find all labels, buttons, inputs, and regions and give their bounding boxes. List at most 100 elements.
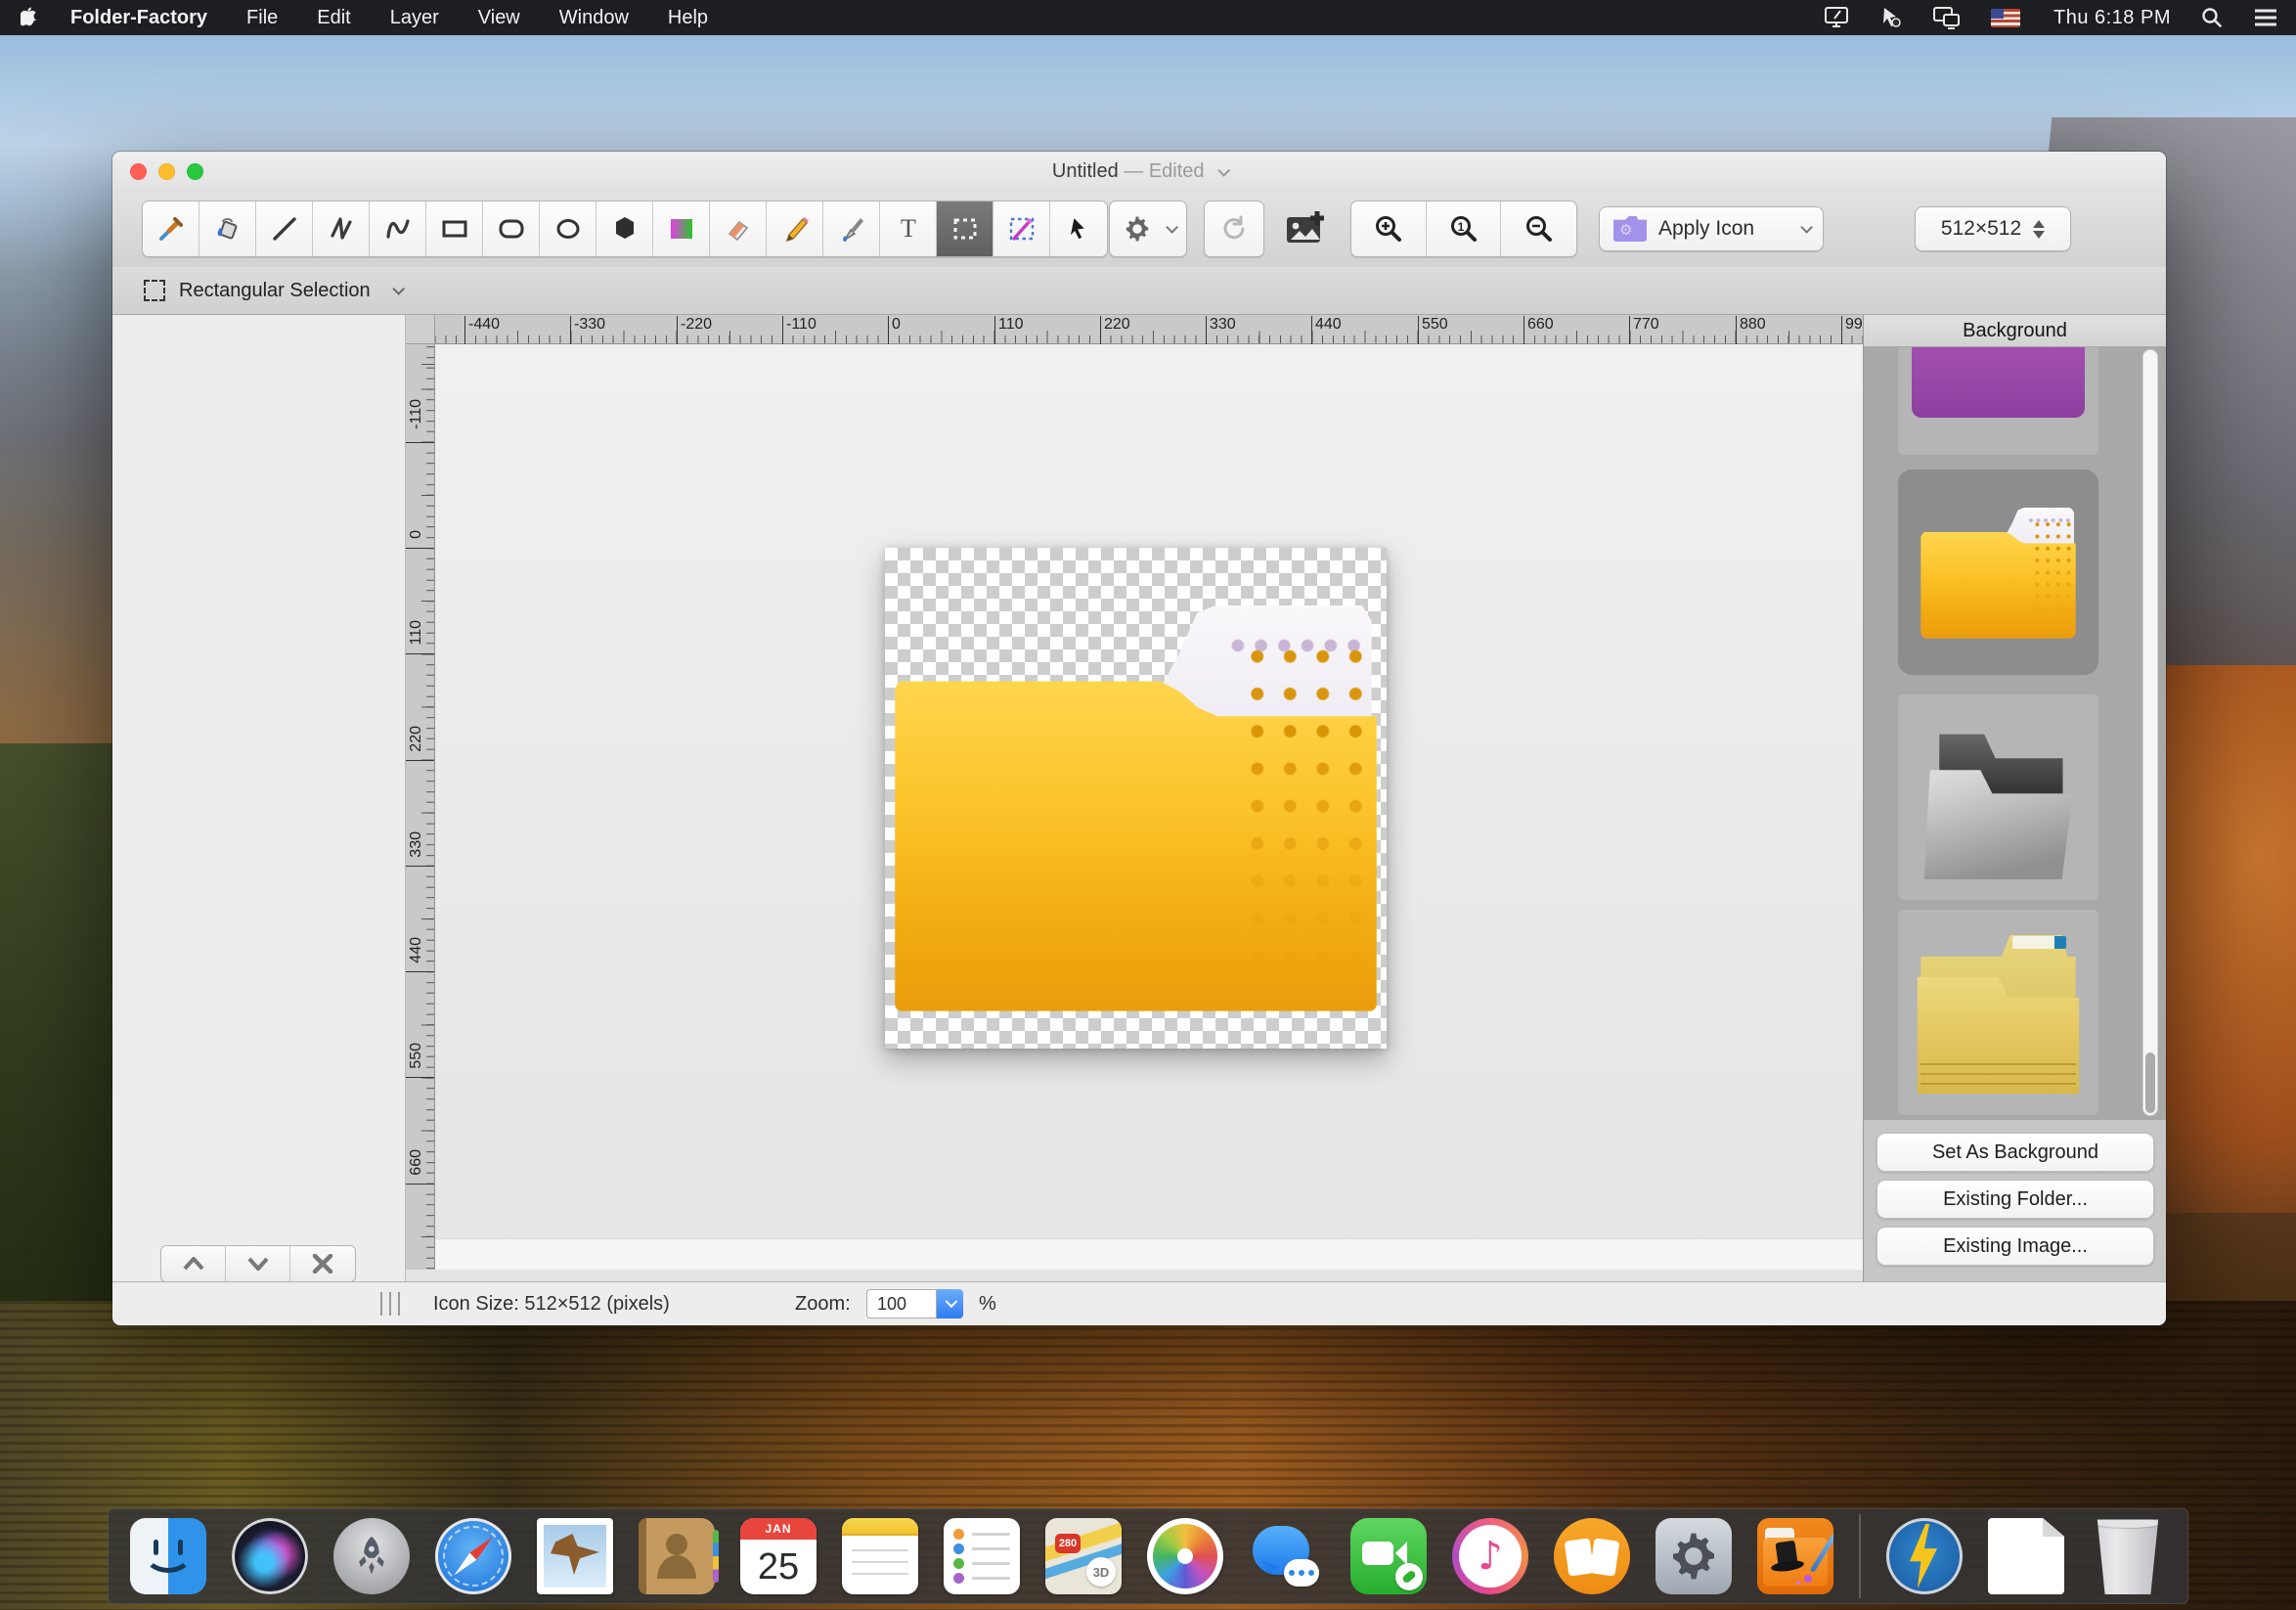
purple-folder-preview — [1912, 347, 2084, 418]
status-grip-icon[interactable] — [380, 1292, 406, 1316]
status-bar: Icon Size: 512×512 (pixels) Zoom: 100 % — [112, 1281, 2166, 1325]
dock-finder-icon[interactable] — [130, 1518, 206, 1594]
svg-text:T: T — [901, 214, 916, 243]
edit-canvas[interactable] — [435, 344, 1863, 1270]
tool-options-bar: Rectangular Selection — [112, 267, 2166, 315]
pencil-tool[interactable] — [767, 201, 823, 256]
paint-bucket-tool[interactable] — [199, 201, 256, 256]
thumbnail-yellow-tab-folder[interactable] — [1898, 910, 2098, 1115]
zoom-out-button[interactable] — [1501, 201, 1576, 256]
spotlight-search-icon[interactable] — [2200, 6, 2224, 29]
airplay-displays-icon[interactable] — [1932, 6, 1962, 29]
ellipse-tool[interactable] — [540, 201, 596, 256]
yellow-folder-preview — [1918, 489, 2079, 650]
screen-sharing-icon[interactable] — [1879, 6, 1903, 29]
dock-system-preferences-icon[interactable] — [1656, 1518, 1732, 1594]
menu-bar-clock[interactable]: Thu 6:18 PM — [2053, 7, 2171, 29]
eraser-tool[interactable] — [710, 201, 767, 256]
dock-books-icon[interactable] — [1554, 1518, 1630, 1594]
arrow-cursor-tool[interactable] — [1050, 201, 1107, 256]
move-up-button[interactable] — [161, 1246, 226, 1281]
selection-mode-label[interactable]: Rectangular Selection — [179, 280, 371, 302]
zoom-unit: % — [979, 1293, 996, 1316]
notification-center-icon[interactable] — [2253, 6, 2278, 29]
dock: JAN 25 280 3D ♪ — [108, 1508, 2188, 1604]
rotate-button[interactable] — [1204, 201, 1264, 257]
move-down-button[interactable] — [226, 1246, 290, 1281]
ruler-label: 550 — [408, 1043, 425, 1069]
existing-folder-button[interactable]: Existing Folder... — [1877, 1180, 2154, 1219]
dock-photos-icon[interactable] — [1147, 1518, 1223, 1594]
thumbnail-purple-folder[interactable] — [1898, 347, 2098, 455]
magic-select-tool[interactable] — [993, 201, 1050, 256]
menu-window[interactable]: Window — [559, 7, 629, 29]
dock-lightning-app-icon[interactable] — [1886, 1518, 1963, 1594]
polygon-tool[interactable] — [596, 201, 653, 256]
dock-contacts-icon[interactable] — [639, 1518, 715, 1594]
dock-mail-icon[interactable] — [537, 1518, 613, 1594]
panel-scrollbar-thumb[interactable] — [2145, 1052, 2155, 1113]
background-panel: Background — [1863, 315, 2166, 1281]
menu-file[interactable]: File — [246, 7, 278, 29]
gradient-tool[interactable] — [653, 201, 710, 256]
ruler-label: 880 — [1740, 316, 1766, 334]
us-flag-input-icon[interactable] — [1991, 9, 2020, 27]
ruler-label: 440 — [408, 937, 425, 963]
ruler-label: -440 — [468, 316, 500, 334]
ruler-label: 660 — [1527, 316, 1554, 334]
panel-scrollbar[interactable] — [2142, 349, 2158, 1116]
zoom-button-group: 1 — [1350, 201, 1577, 257]
set-as-background-button[interactable]: Set As Background — [1877, 1133, 2154, 1172]
icon-artwork-canvas[interactable] — [885, 548, 1387, 1049]
dock-safari-icon[interactable] — [435, 1518, 511, 1594]
selection-mode-chevron-icon[interactable] — [392, 283, 405, 295]
dock-document-icon[interactable] — [1988, 1518, 2064, 1594]
layer-nav-buttons — [160, 1245, 356, 1282]
thumbnail-yellow-open-folder[interactable] — [1898, 470, 2098, 675]
rectangle-tool[interactable] — [426, 201, 483, 256]
apply-icon-button[interactable]: ⚙ Apply Icon — [1599, 206, 1824, 251]
dock-trash-icon[interactable] — [2090, 1518, 2166, 1594]
zoom-value-field[interactable]: 100 — [866, 1289, 937, 1319]
apple-menu[interactable] — [18, 6, 43, 29]
import-image-button[interactable] — [1278, 202, 1335, 255]
dock-facetime-icon[interactable] — [1350, 1518, 1427, 1594]
thumbnail-gray-metal-folder[interactable] — [1898, 694, 2098, 900]
icon-size-stepper[interactable]: 512×512 — [1915, 206, 2071, 251]
zoom-actual-size-button[interactable]: 1 — [1427, 201, 1502, 256]
app-menu-title[interactable]: Folder-Factory — [70, 7, 207, 29]
dock-reminders-icon[interactable] — [944, 1518, 1020, 1594]
menu-help[interactable]: Help — [668, 7, 708, 29]
maps-route-shield: 280 — [1055, 1534, 1081, 1553]
zoom-in-button[interactable] — [1351, 201, 1427, 256]
delete-button[interactable] — [290, 1246, 355, 1281]
dock-notes-icon[interactable] — [842, 1518, 918, 1594]
curve-tool[interactable] — [370, 201, 426, 256]
horizontal-scroll-area[interactable] — [435, 1238, 1863, 1270]
hobby-knife-tool[interactable] — [823, 201, 880, 256]
dock-maps-icon[interactable]: 280 3D — [1045, 1518, 1122, 1594]
dock-itunes-icon[interactable]: ♪ — [1452, 1518, 1528, 1594]
dock-calendar-icon[interactable]: JAN 25 — [740, 1518, 817, 1594]
zoom-dropdown-button[interactable] — [937, 1289, 963, 1319]
existing-image-button[interactable]: Existing Image... — [1877, 1227, 2154, 1266]
menu-edit[interactable]: Edit — [317, 7, 350, 29]
dock-launchpad-icon[interactable] — [333, 1518, 410, 1594]
text-tool[interactable]: T — [880, 201, 937, 256]
title-chevron-icon[interactable] — [1217, 164, 1230, 177]
dock-folder-factory-icon[interactable] — [1757, 1518, 1833, 1594]
rectangular-select-tool[interactable] — [937, 201, 993, 256]
line-tool[interactable] — [256, 201, 313, 256]
dock-messages-icon[interactable] — [1249, 1518, 1325, 1594]
ruler-label: 0 — [892, 316, 901, 334]
menu-layer[interactable]: Layer — [390, 7, 439, 29]
display-menu-icon[interactable] — [1823, 6, 1850, 29]
menu-view[interactable]: View — [478, 7, 520, 29]
rounded-rectangle-tool[interactable] — [483, 201, 540, 256]
tool-settings-button[interactable] — [1109, 201, 1187, 257]
title-bar[interactable]: Untitled — Edited — [112, 152, 2166, 191]
eyedropper-tool[interactable] — [143, 201, 199, 256]
dock-siri-icon[interactable] — [232, 1518, 308, 1594]
polyline-tool[interactable] — [313, 201, 370, 256]
ruler-label: -220 — [681, 316, 712, 334]
